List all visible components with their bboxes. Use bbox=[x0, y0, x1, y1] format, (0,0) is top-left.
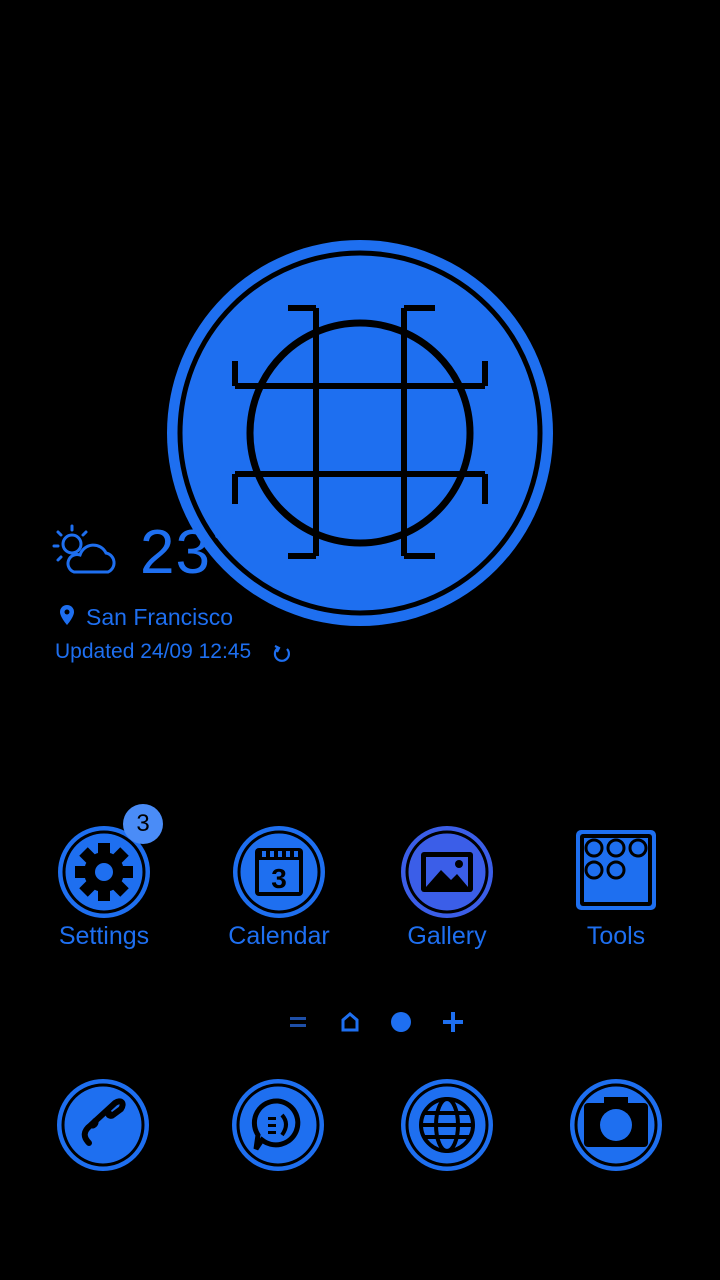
calendar-icon: 3 bbox=[231, 824, 327, 920]
current-page-indicator bbox=[391, 1012, 411, 1032]
app-tools-folder[interactable]: Tools bbox=[546, 824, 686, 951]
weather-location[interactable]: San Francisco bbox=[86, 604, 233, 631]
menu-page-indicator bbox=[290, 1017, 306, 1027]
dock-camera[interactable] bbox=[568, 1077, 664, 1173]
add-page-icon bbox=[443, 1012, 463, 1032]
weather-updated-time: Updated 24/09 12:45 bbox=[55, 640, 252, 663]
calendar-day: 3 bbox=[271, 863, 287, 894]
globe-icon bbox=[401, 1079, 493, 1171]
app-gallery[interactable]: Gallery bbox=[377, 824, 517, 951]
location-pin-icon bbox=[58, 604, 76, 626]
image-icon bbox=[399, 824, 495, 920]
folder-icon bbox=[568, 824, 664, 920]
camera-icon bbox=[570, 1079, 662, 1171]
temperature[interactable]: 23 bbox=[140, 518, 211, 588]
app-label: Gallery bbox=[407, 922, 487, 950]
home-page-indicator bbox=[341, 1012, 359, 1032]
theme-logo bbox=[163, 236, 558, 631]
app-settings[interactable]: Settings bbox=[34, 824, 174, 951]
app-label: Tools bbox=[586, 922, 646, 950]
notification-badge: 3 bbox=[123, 804, 163, 844]
partly-sunny-icon[interactable] bbox=[50, 522, 120, 582]
app-label: Calendar bbox=[228, 922, 330, 950]
dock-browser[interactable] bbox=[399, 1077, 495, 1173]
message-icon bbox=[232, 1079, 324, 1171]
app-label: Settings bbox=[58, 922, 150, 950]
app-calendar[interactable]: 3 Calendar bbox=[209, 824, 349, 951]
degree-symbol: ° bbox=[214, 530, 222, 552]
phone-icon bbox=[57, 1079, 149, 1171]
refresh-icon[interactable] bbox=[272, 644, 292, 664]
dock-phone[interactable] bbox=[55, 1077, 151, 1173]
dock-messages[interactable] bbox=[230, 1077, 326, 1173]
page-indicator[interactable] bbox=[284, 1008, 474, 1036]
